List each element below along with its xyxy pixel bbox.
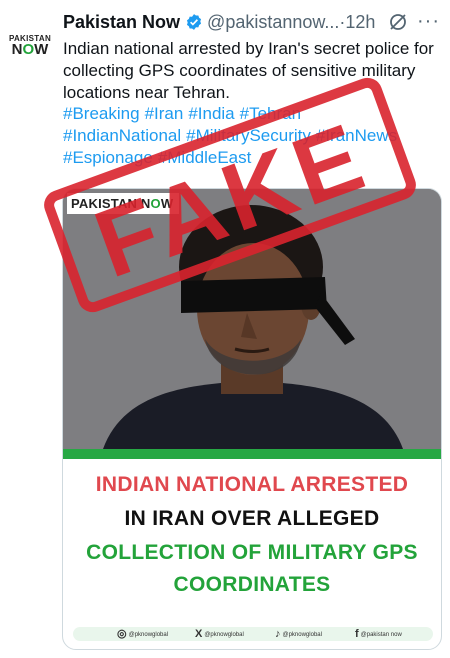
verified-badge-icon xyxy=(186,14,202,30)
divider-bar xyxy=(63,449,441,459)
brand-logo: PAKISTAN NOW xyxy=(67,193,180,214)
hashtag-tehran[interactable]: #Tehran xyxy=(240,104,301,123)
headline-line4: COORDINATES xyxy=(173,573,331,596)
tweet-text: Indian national arrested by Iran's secre… xyxy=(63,39,434,102)
hashtag-breaking[interactable]: #Breaking xyxy=(63,104,140,123)
author-name[interactable]: Pakistan Now xyxy=(63,12,180,32)
tweet-header: Pakistan Now @pakistannow...·12h xyxy=(63,12,443,36)
headline-line2: IN IRAN OVER ALLEGED xyxy=(124,507,380,530)
hashtag-irannews[interactable]: #IranNews xyxy=(316,126,397,145)
more-options-icon[interactable]: ··· xyxy=(417,10,440,33)
media-photo[interactable]: PAKISTAN NOW xyxy=(63,189,441,449)
instagram-handle: ◎ @pknowglobal xyxy=(117,628,169,640)
x-handle: X @pknowglobal xyxy=(195,628,244,640)
hashtag-indiannational[interactable]: #IndianNational xyxy=(63,126,181,145)
hashtag-militarysecurity[interactable]: #MilitarySecurity xyxy=(186,126,311,145)
tiktok-handle: ♪ @pknowglobal xyxy=(275,628,322,640)
hashtag-iran[interactable]: #Iran xyxy=(145,104,184,123)
hashtag-middleeast[interactable]: #MiddleEast xyxy=(158,148,252,167)
headline-line1: INDIAN NATIONAL ARRESTED xyxy=(95,473,409,496)
headline-line3: COLLECTION OF MILITARY GPS xyxy=(86,541,418,564)
grok-icon[interactable] xyxy=(388,12,408,32)
avatar-line2: NOW xyxy=(11,41,49,58)
facebook-icon: f xyxy=(355,628,359,640)
social-handles-bar: ◎ @pknowglobal X @pknowglobal ♪ @pknowgloba… xyxy=(73,627,433,641)
blindfolded-man-photo xyxy=(63,189,441,449)
tiktok-icon: ♪ xyxy=(275,628,281,640)
x-icon: X xyxy=(195,628,203,640)
avatar[interactable]: PAKISTAN NOW xyxy=(8,22,52,66)
card-headline: INDIAN NATIONAL ARRESTED IN IRAN OVER AL… xyxy=(63,473,441,603)
facebook-handle: f @pakistan now xyxy=(355,628,402,640)
author-handle[interactable]: @pakistannow... xyxy=(207,12,339,32)
hashtag-espionage[interactable]: #Espionage xyxy=(63,148,153,167)
timestamp[interactable]: 12h xyxy=(345,12,375,32)
hashtag-list: #Breaking #Iran #India #Tehran #IndianNatio… xyxy=(63,103,448,169)
media-card[interactable]: PAKISTAN NOW INDIAN NATIONAL ARRESTED IN… xyxy=(62,188,442,650)
hashtag-india[interactable]: #India xyxy=(188,104,234,123)
instagram-icon: ◎ xyxy=(117,628,127,640)
